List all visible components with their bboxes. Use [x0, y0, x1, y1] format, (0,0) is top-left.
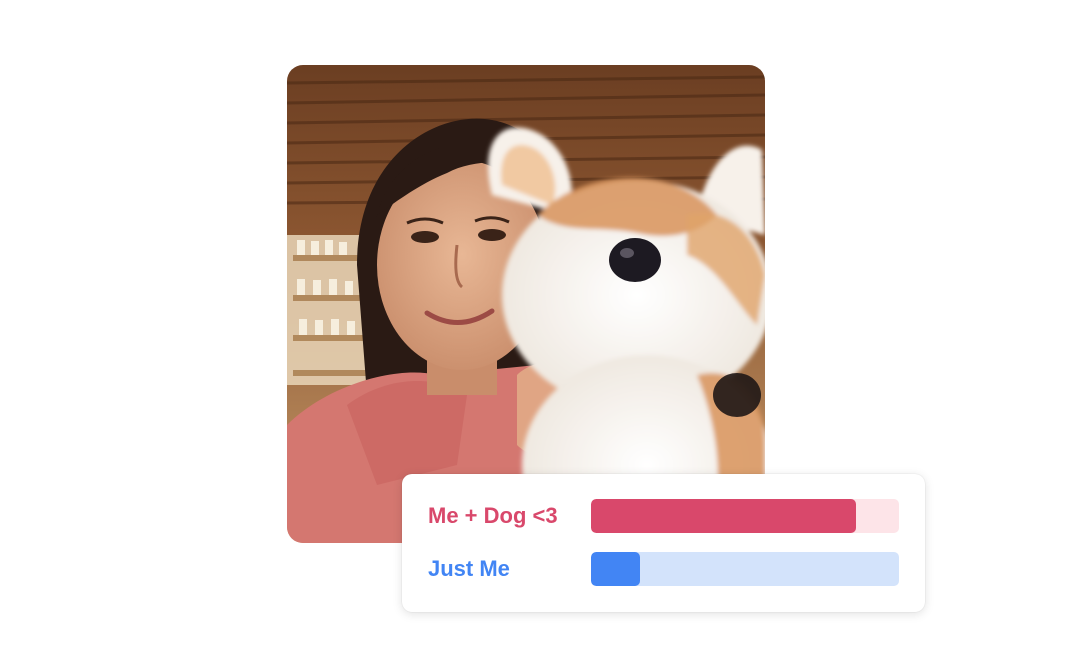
poll-option-label: Just Me	[428, 556, 510, 581]
selfie-photo-image	[287, 65, 765, 543]
poll-bar-track	[591, 499, 899, 533]
poll-option-me-plus-dog[interactable]: Me + Dog <3	[402, 498, 925, 534]
poll-bar-track	[591, 552, 899, 586]
poll-option-label: Me + Dog <3	[428, 503, 558, 528]
selfie-photo	[287, 65, 765, 543]
poll-bar-fill	[591, 499, 856, 533]
poll-results-card: Me + Dog <3 Just Me	[402, 474, 925, 612]
poll-bar-fill	[591, 552, 641, 586]
poll-option-just-me[interactable]: Just Me	[402, 551, 925, 587]
